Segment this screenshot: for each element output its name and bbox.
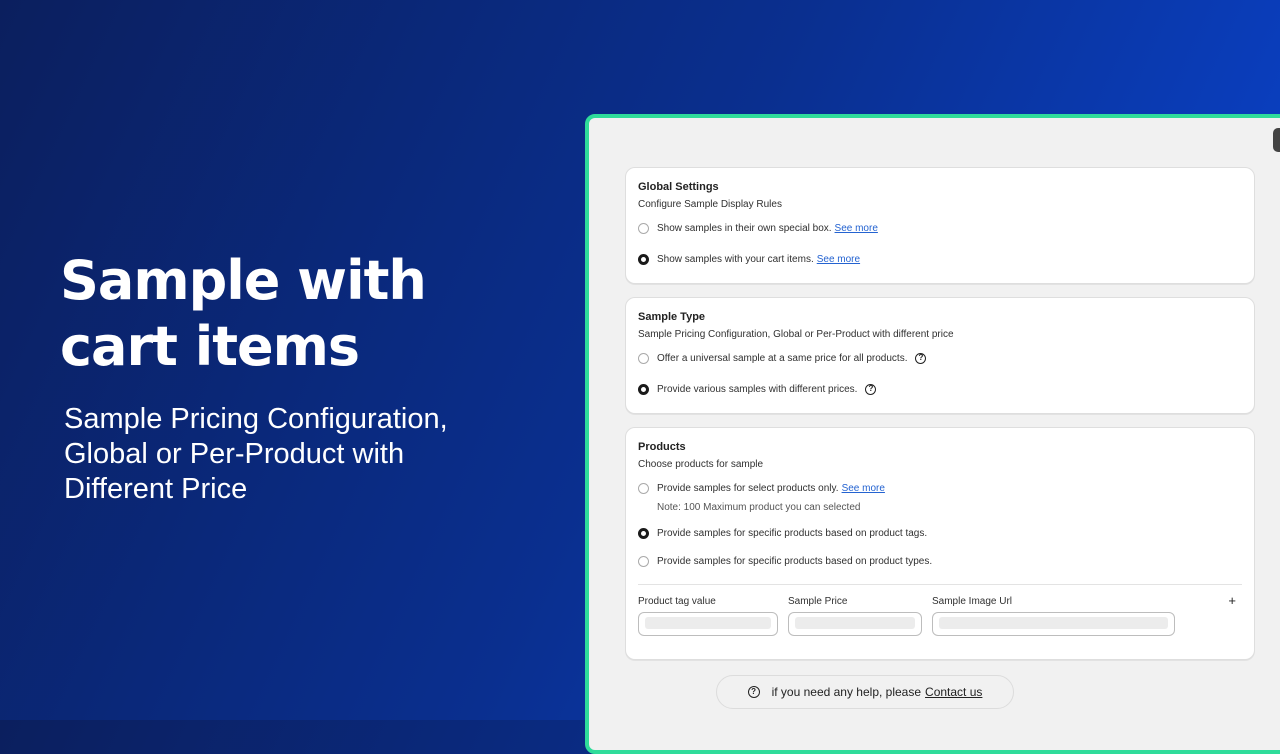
hero-subtitle: Sample Pricing Configuration, Global or … [64, 403, 448, 505]
option-own-box-label: Show samples in their own special box. [657, 222, 832, 234]
sample-type-card: Sample Type Sample Pricing Configuration… [625, 297, 1255, 414]
app-frame: Global Settings Configure Sample Display… [585, 114, 1280, 754]
global-settings-title: Global Settings [638, 181, 719, 193]
see-more-link[interactable]: See more [842, 483, 885, 494]
products-title: Products [638, 441, 686, 453]
hero-title: Sample with cart items [60, 249, 427, 378]
option-with-cart[interactable]: Show samples with your cart items. See m… [638, 250, 1242, 268]
option-product-tags-label: Provide samples for specific products ba… [657, 527, 928, 539]
sample-type-subtitle: Sample Pricing Configuration, Global or … [638, 329, 954, 340]
help-icon: ? [747, 686, 760, 698]
sample-type-title: Sample Type [638, 311, 706, 323]
sample-price-input[interactable] [788, 612, 922, 636]
radio-product-types[interactable] [638, 555, 649, 567]
radio-various-samples[interactable] [638, 383, 649, 395]
contact-us-link[interactable]: Contact us [925, 685, 982, 699]
help-icon[interactable]: ? [915, 352, 927, 364]
radio-product-tags[interactable] [638, 527, 649, 539]
sample-image-url-input[interactable] [932, 612, 1175, 636]
sample-image-url-field: Sample Image Url [932, 595, 1175, 636]
radio-own-box[interactable] [638, 222, 649, 234]
option-product-tags[interactable]: Provide samples for specific products ba… [638, 524, 1242, 542]
see-more-link[interactable]: See more [835, 223, 878, 234]
sample-fields-row: Product tag value Sample Price Sample Im… [638, 593, 1242, 643]
side-tab[interactable] [1273, 128, 1280, 152]
option-product-types-label: Provide samples for specific products ba… [657, 555, 933, 567]
radio-select-products[interactable] [638, 482, 649, 494]
product-tag-label: Product tag value [638, 596, 716, 607]
sample-price-label: Sample Price [788, 596, 848, 607]
divider [638, 584, 1242, 585]
help-icon[interactable]: ? [865, 383, 877, 395]
radio-with-cart[interactable] [638, 253, 649, 265]
sample-price-field: Sample Price [788, 595, 922, 636]
option-own-box[interactable]: Show samples in their own special box. S… [638, 219, 1242, 237]
option-various-samples[interactable]: Provide various samples with different p… [638, 380, 1242, 398]
product-tag-field: Product tag value [638, 595, 778, 636]
global-settings-subtitle: Configure Sample Display Rules [638, 199, 782, 210]
option-universal-sample[interactable]: Offer a universal sample at a same price… [638, 349, 1242, 367]
option-universal-sample-label: Offer a universal sample at a same price… [657, 352, 908, 364]
product-tag-input[interactable] [638, 612, 778, 636]
option-various-samples-label: Provide various samples with different p… [657, 383, 858, 395]
help-text: if you need any help, please [771, 685, 922, 699]
option-select-products-label: Provide samples for select products only… [657, 482, 839, 494]
see-more-link[interactable]: See more [817, 254, 860, 265]
max-products-note: Note: 100 Maximum product you can select… [657, 502, 861, 513]
global-settings-card: Global Settings Configure Sample Display… [625, 167, 1255, 284]
help-pill: ? if you need any help, please Contact u… [716, 675, 1014, 709]
add-row-button[interactable]: + [1228, 593, 1236, 608]
products-subtitle: Choose products for sample [638, 459, 764, 470]
option-with-cart-label: Show samples with your cart items. [657, 253, 814, 265]
sample-image-url-label: Sample Image Url [932, 596, 1013, 607]
option-select-products[interactable]: Provide samples for select products only… [638, 479, 1242, 497]
radio-universal-sample[interactable] [638, 352, 649, 364]
products-card: Products Choose products for sample Prov… [625, 427, 1255, 660]
option-product-types[interactable]: Provide samples for specific products ba… [638, 552, 1242, 570]
